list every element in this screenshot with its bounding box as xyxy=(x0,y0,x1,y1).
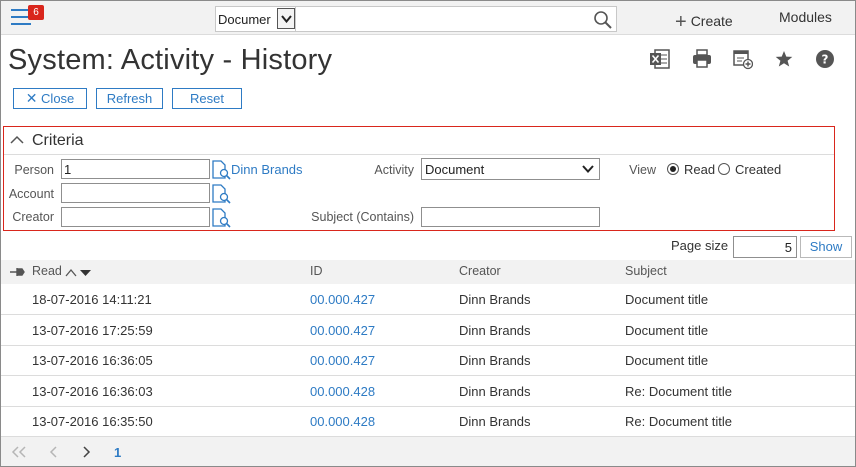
notification-badge[interactable]: 6 xyxy=(28,5,44,20)
activity-select[interactable]: Document xyxy=(421,158,600,180)
table-row[interactable]: 13-07-2016 17:25:59 00.000.427 Dinn Bran… xyxy=(1,315,855,346)
subject-cell: Document title xyxy=(625,353,709,368)
plus-icon: + xyxy=(675,11,687,33)
creator-cell: Dinn Brands xyxy=(459,414,531,429)
next-page-icon[interactable] xyxy=(81,446,91,458)
read-cell: 13-07-2016 17:25:59 xyxy=(32,323,153,338)
column-header-id[interactable]: ID xyxy=(310,264,323,278)
view-created-radio[interactable] xyxy=(718,163,730,175)
column-header-creator[interactable]: Creator xyxy=(459,264,501,278)
read-cell: 13-07-2016 16:36:03 xyxy=(32,384,153,399)
grid-header: Read ID Creator Subject xyxy=(1,260,855,284)
read-cell: 13-07-2016 16:36:05 xyxy=(32,353,153,368)
chevron-up-icon xyxy=(10,135,24,144)
view-created-label[interactable]: Created xyxy=(735,162,781,177)
pager: 1 xyxy=(1,437,855,466)
id-link[interactable]: 00.000.427 xyxy=(310,292,375,307)
search-input[interactable] xyxy=(298,8,588,30)
top-bar: 6 Documer + Create Modules xyxy=(1,1,855,35)
view-read-label[interactable]: Read xyxy=(684,162,715,177)
page-number[interactable]: 1 xyxy=(114,445,121,460)
subject-field[interactable] xyxy=(421,207,600,227)
modules-button[interactable]: Modules xyxy=(779,9,832,25)
account-field[interactable] xyxy=(61,183,210,203)
creator-cell: Dinn Brands xyxy=(459,323,531,338)
table-row[interactable]: 13-07-2016 16:36:05 00.000.427 Dinn Bran… xyxy=(1,345,855,376)
view-read-radio[interactable] xyxy=(667,163,679,175)
creator-label: Creator xyxy=(12,210,54,224)
table-row[interactable]: 13-07-2016 16:36:03 00.000.428 Dinn Bran… xyxy=(1,376,855,407)
account-label: Account xyxy=(8,187,54,201)
print-icon[interactable] xyxy=(692,48,712,70)
read-cell: 13-07-2016 16:35:50 xyxy=(32,414,153,429)
account-lookup-icon[interactable] xyxy=(211,184,231,204)
creator-lookup-icon[interactable] xyxy=(211,208,231,228)
previous-page-icon[interactable] xyxy=(49,446,59,458)
view-label: View xyxy=(629,163,656,177)
id-link[interactable]: 00.000.427 xyxy=(310,323,375,338)
pin-icon[interactable] xyxy=(10,267,26,277)
create-label: Create xyxy=(690,13,733,29)
close-button[interactable]: ✕ Close xyxy=(13,88,87,109)
sort-icon[interactable] xyxy=(65,268,93,278)
column-header-subject[interactable]: Subject xyxy=(625,264,667,278)
read-cell: 18-07-2016 14:11:21 xyxy=(32,292,152,307)
table-row[interactable]: 13-07-2016 16:35:50 00.000.428 Dinn Bran… xyxy=(1,406,855,437)
chevron-down-icon[interactable] xyxy=(277,8,295,29)
page-size-input[interactable] xyxy=(733,236,797,258)
creator-cell: Dinn Brands xyxy=(459,353,531,368)
id-link[interactable]: 00.000.427 xyxy=(310,353,375,368)
favorite-star-icon[interactable] xyxy=(774,48,794,70)
column-header-read[interactable]: Read xyxy=(32,264,62,278)
subject-cell: Document title xyxy=(625,292,709,307)
close-label: Close xyxy=(41,91,75,106)
excel-export-icon[interactable] xyxy=(650,48,670,70)
creator-cell: Dinn Brands xyxy=(459,292,531,307)
add-to-dashboard-icon[interactable] xyxy=(733,48,754,70)
person-label: Person xyxy=(14,163,54,177)
subject-cell: Document title xyxy=(625,323,709,338)
person-link[interactable]: Dinn Brands xyxy=(231,162,303,177)
id-link[interactable]: 00.000.428 xyxy=(310,384,375,399)
chevron-down-icon xyxy=(582,165,594,173)
page-title: System: Activity - History xyxy=(8,44,333,76)
person-field[interactable] xyxy=(61,159,210,179)
criteria-title: Criteria xyxy=(32,132,84,149)
subject-cell: Re: Document title xyxy=(625,384,732,399)
creator-cell: Dinn Brands xyxy=(459,384,531,399)
id-link[interactable]: 00.000.428 xyxy=(310,414,375,429)
search-type-value: Documer xyxy=(218,12,271,27)
refresh-button[interactable]: Refresh xyxy=(96,88,163,109)
subject-label: Subject (Contains) xyxy=(311,210,414,224)
page-size-label: Page size xyxy=(671,238,729,253)
svg-text:?: ? xyxy=(822,53,829,67)
criteria-header[interactable]: Criteria xyxy=(4,127,834,155)
help-icon[interactable]: ? xyxy=(815,48,835,70)
show-button[interactable]: Show xyxy=(800,236,852,258)
first-page-icon[interactable] xyxy=(11,446,27,458)
creator-field[interactable] xyxy=(61,207,210,227)
close-icon: ✕ xyxy=(25,90,38,106)
search-icon[interactable] xyxy=(593,10,613,30)
activity-label: Activity xyxy=(374,163,414,177)
table-row[interactable]: 18-07-2016 14:11:21 00.000.427 Dinn Bran… xyxy=(1,284,855,315)
search-type-select[interactable]: Documer xyxy=(216,7,296,31)
create-button[interactable]: + Create xyxy=(675,9,733,33)
search-box: Documer xyxy=(215,6,617,32)
reset-button[interactable]: Reset xyxy=(172,88,242,109)
activity-value: Document xyxy=(425,162,485,177)
subject-cell: Re: Document title xyxy=(625,414,732,429)
person-lookup-icon[interactable] xyxy=(211,160,231,180)
